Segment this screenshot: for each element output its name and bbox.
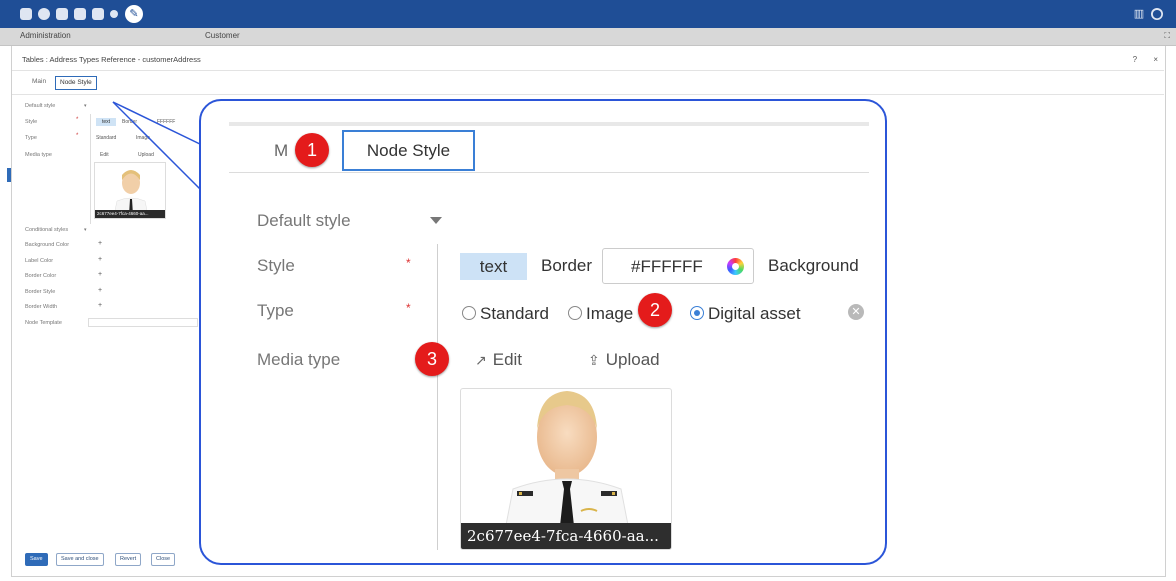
radio-button-selected-icon[interactable] bbox=[690, 306, 704, 320]
divider bbox=[229, 172, 869, 173]
radio-button-icon[interactable] bbox=[568, 306, 582, 320]
media-thumbnail[interactable]: 2c677ee4-7fca-4660-aa... bbox=[460, 388, 672, 550]
tab-main[interactable]: M bbox=[274, 141, 288, 161]
color-wheel-icon[interactable] bbox=[727, 258, 744, 275]
media-type-label: Media type bbox=[257, 350, 341, 369]
tab-node-style[interactable]: Node Style bbox=[342, 130, 475, 171]
step-badge-1: 1 bbox=[295, 133, 329, 167]
radio-image-label: Image bbox=[586, 304, 634, 323]
style-text-chip[interactable]: text bbox=[460, 253, 527, 280]
radio-standard[interactable]: Standard bbox=[462, 304, 549, 324]
required-marker: * bbox=[406, 301, 411, 315]
step-badge-3: 3 bbox=[415, 342, 449, 376]
chevron-down-icon[interactable] bbox=[430, 217, 442, 224]
divider bbox=[229, 122, 869, 126]
upload-icon: ⇪ bbox=[588, 353, 600, 369]
border-color-input[interactable]: #FFFFFF bbox=[602, 248, 754, 284]
thumbnail-caption: 2c677ee4-7fca-4660-aa... bbox=[461, 523, 671, 549]
edit-link[interactable]: ↗ Edit bbox=[475, 350, 522, 370]
radio-image[interactable]: Image bbox=[568, 304, 633, 324]
background-label: Background bbox=[768, 256, 859, 275]
clear-icon[interactable]: ✕ bbox=[848, 304, 864, 320]
step-badge-2: 2 bbox=[638, 293, 672, 327]
radio-digital-asset-label: Digital asset bbox=[708, 304, 801, 323]
color-value: #FFFFFF bbox=[631, 257, 703, 276]
upload-link[interactable]: ⇪ Upload bbox=[588, 350, 660, 370]
style-label: Style bbox=[257, 256, 295, 275]
radio-button-icon[interactable] bbox=[462, 306, 476, 320]
edit-label: Edit bbox=[492, 350, 523, 369]
external-link-icon: ↗ bbox=[475, 353, 487, 369]
divider bbox=[437, 244, 438, 550]
required-marker: * bbox=[406, 256, 411, 270]
zoomed-node-style-panel: M Node Style Default style Style * text … bbox=[229, 122, 869, 550]
type-label: Type bbox=[257, 301, 294, 320]
radio-standard-label: Standard bbox=[480, 304, 549, 323]
border-label: Border bbox=[541, 256, 593, 275]
radio-digital-asset[interactable]: Digital asset bbox=[690, 304, 801, 324]
upload-label: Upload bbox=[605, 350, 660, 369]
default-style-label[interactable]: Default style bbox=[257, 211, 351, 231]
